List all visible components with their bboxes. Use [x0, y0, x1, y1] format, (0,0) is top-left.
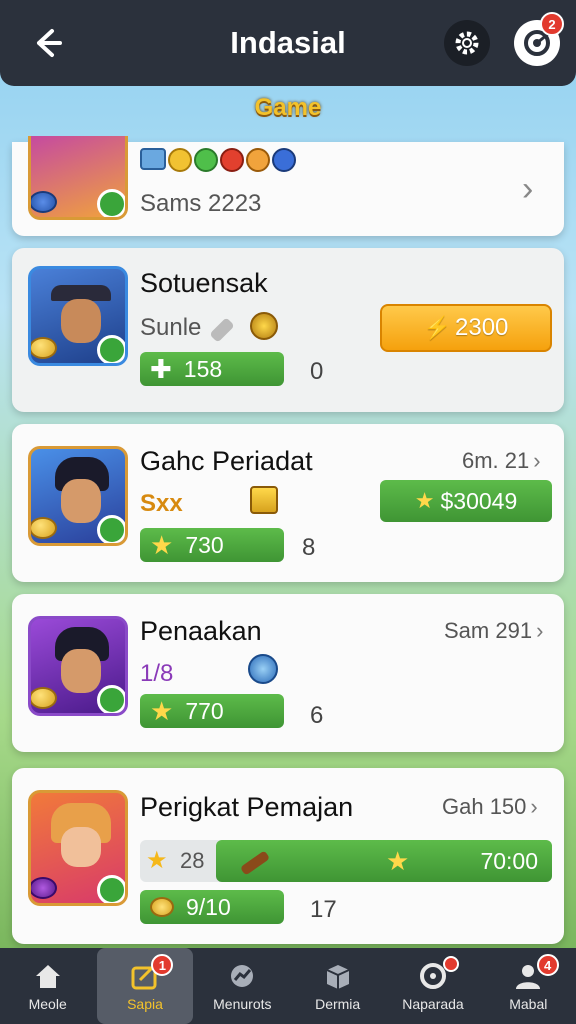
player-avatar	[28, 266, 128, 366]
notification-button[interactable]: 2	[514, 12, 564, 66]
nav-label: Mabal	[509, 996, 548, 1012]
card-title: Penaakan	[140, 616, 262, 646]
notification-badge: 2	[540, 12, 564, 36]
card-meta[interactable]: 6m. 21 ›	[462, 448, 541, 474]
card-subtitle: Sams 2223	[140, 190, 262, 217]
coin-stack-icon	[150, 897, 174, 917]
coin-icon	[31, 877, 57, 899]
coin-icon	[31, 687, 57, 709]
player-avatar	[28, 790, 128, 906]
nav-badge: 4	[536, 954, 559, 976]
card-meta[interactable]: Gah 150 ›	[442, 794, 538, 820]
list-item[interactable]: Sotuensak Sunle ✚ 158 0 ⚡ 2300	[12, 248, 564, 412]
chart-icon	[226, 960, 258, 992]
progress-row: ★ 28 ★ 70:00	[140, 840, 552, 882]
nav-label: Naparada	[402, 996, 464, 1012]
nav-label: Sapia	[127, 996, 163, 1012]
nav-badge: 1	[151, 954, 174, 976]
nav-item-menurots[interactable]: Menurots	[195, 948, 290, 1024]
box-icon	[322, 960, 354, 992]
nav-item-sapia[interactable]: 1 Sapia	[97, 948, 193, 1024]
coin-icon	[31, 517, 57, 539]
chevron-right-icon: ›	[533, 448, 541, 473]
gear-icon	[455, 31, 479, 55]
gold-orb-icon	[250, 312, 278, 340]
list-item[interactable]: Gahc Periadat Sxx 6m. 21 › ★ $30049 ★ 730…	[12, 424, 564, 582]
nav-item-naparada[interactable]: Naparada	[385, 948, 480, 1024]
leaf-badge-icon	[97, 189, 125, 217]
nav-label: Meole	[28, 996, 67, 1012]
lightning-icon: ⚡	[423, 315, 451, 340]
nav-label: Dermia	[315, 996, 361, 1012]
list-item[interactable]: Penaakan 1/8 Sam 291 › ★ 770 6	[12, 594, 564, 752]
card-meta[interactable]: Sam 291 ›	[444, 618, 543, 644]
coin-icon	[31, 337, 57, 359]
chevron-right-icon: ›	[536, 618, 544, 643]
nav-badge	[443, 956, 460, 972]
chevron-right-icon[interactable]: ›	[522, 170, 533, 209]
list-item[interactable]: Sams 2223 ›	[12, 136, 564, 236]
bubble-icon	[248, 654, 278, 684]
bottom-nav: Meole 1 Sapia Menurots Dermia Naparada 4…	[0, 948, 576, 1024]
leaf-badge-icon	[97, 875, 125, 903]
player-avatar	[28, 136, 128, 220]
player-avatar	[28, 616, 128, 716]
feather-icon	[209, 317, 235, 343]
star-icon: ★	[414, 488, 435, 513]
card-subtitle: Sunle	[140, 314, 202, 341]
stat-bar: ★ 730	[140, 528, 284, 562]
card-subtitle: 1/8	[140, 660, 174, 687]
progress-value: 70:00	[480, 848, 538, 874]
card-title: Gahc Periadat	[140, 446, 313, 476]
stat-count: 6	[310, 702, 324, 729]
card-title: Sotuensak	[140, 268, 268, 298]
nav-item-mabal[interactable]: 4 Mabal	[481, 948, 576, 1024]
leaf-badge-icon	[97, 335, 125, 363]
back-button[interactable]	[24, 20, 70, 66]
back-arrow-icon	[37, 29, 62, 57]
player-avatar	[28, 446, 128, 546]
leaf-badge-icon	[97, 685, 125, 713]
page-title: Indasial	[230, 25, 346, 60]
leaf-badge-icon	[97, 515, 125, 543]
chest-icon	[250, 486, 278, 514]
card-subtitle: Sxx	[140, 490, 183, 517]
coin-icon	[31, 191, 57, 213]
nav-item-dermia[interactable]: Dermia	[290, 948, 385, 1024]
star-icon: ★	[146, 847, 168, 874]
top-bar: Indasial 2	[0, 0, 576, 86]
star-icon: ★	[150, 529, 174, 560]
list-item[interactable]: Perigkat Pemajan Gah 150 › ★ 28 ★ 70:00 9…	[12, 768, 564, 944]
stat-count: 8	[302, 534, 316, 561]
star-icon: ★	[150, 695, 174, 726]
stat-bar: 9/10	[140, 890, 284, 924]
progress-label: 28	[180, 848, 205, 873]
stat-bar: ✚ 158	[140, 352, 284, 386]
stat-bar: ★ 770	[140, 694, 284, 728]
nav-label: Menurots	[213, 996, 272, 1012]
nav-item-meole[interactable]: Meole	[0, 948, 95, 1024]
gem-row-icon	[140, 148, 296, 172]
claim-button[interactable]: ★ $30049	[380, 480, 552, 522]
home-icon	[32, 960, 64, 992]
card-title: Perigkat Pemajan	[140, 792, 354, 822]
stat-count: 0	[310, 358, 324, 385]
buy-button[interactable]: ⚡ 2300	[380, 304, 552, 352]
chevron-right-icon: ›	[530, 794, 538, 819]
plus-icon: ✚	[150, 354, 172, 384]
settings-button[interactable]	[444, 20, 490, 66]
stat-count: 17	[310, 896, 337, 923]
section-label: Game	[254, 94, 322, 121]
star-icon: ★	[386, 846, 410, 876]
